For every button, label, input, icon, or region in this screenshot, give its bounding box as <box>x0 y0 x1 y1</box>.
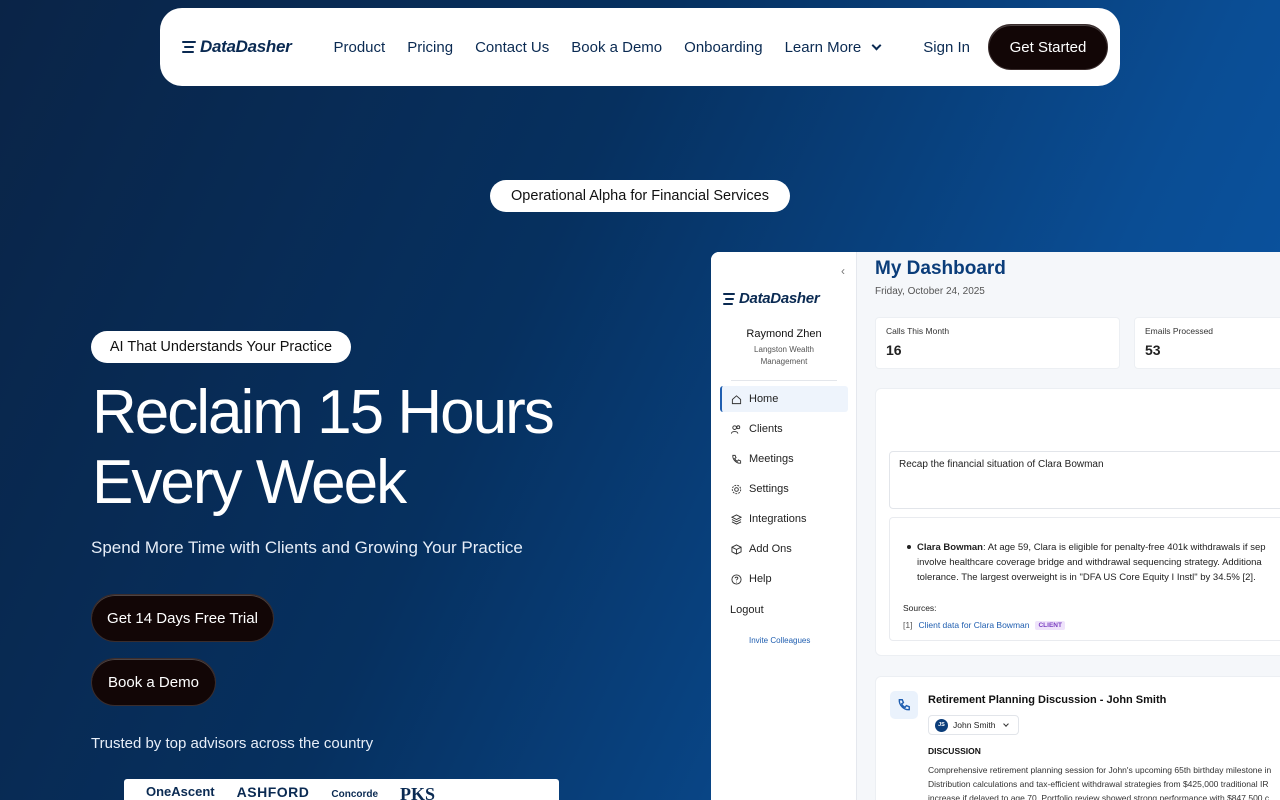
stat-label: Emails Processed <box>1145 326 1214 336</box>
brand-logo[interactable]: DataDasher <box>182 37 292 57</box>
book-demo-button[interactable]: Book a Demo <box>91 658 216 706</box>
logout-link[interactable]: Logout <box>730 604 764 616</box>
collapse-chevron-icon[interactable]: ‹ <box>841 264 845 278</box>
partner-logos: OneAscent ASHFORD Concorde PKS <box>124 779 559 800</box>
hero-title-line1: Reclaim 15 Hours <box>92 378 555 447</box>
client-badge: CLIENT <box>1035 620 1065 630</box>
source-number: [1] <box>903 620 913 630</box>
sidebar-item-label: Meetings <box>749 453 794 465</box>
nav-product[interactable]: Product <box>334 39 386 56</box>
home-icon <box>730 393 742 405</box>
app-preview: ‹ DataDasher Raymond Zhen Langston Wealt… <box>711 252 1280 800</box>
logo-speed-icon <box>182 41 196 53</box>
box-icon <box>730 543 742 555</box>
stat-card-emails: Emails Processed 53 <box>1134 317 1280 369</box>
avatar: JS <box>935 718 948 732</box>
chevron-down-icon <box>1002 721 1009 727</box>
user-org: Langston Wealth Management <box>754 345 814 366</box>
get-started-button[interactable]: Get Started <box>988 24 1108 70</box>
answer-line-2: involve healthcare coverage bridge and w… <box>917 557 1262 568</box>
stat-card-calls: Calls This Month 16 <box>875 317 1120 369</box>
sidebar-item-settings[interactable]: Settings <box>720 476 848 502</box>
answer-line-1: : At age 59, Clara is eligible for penal… <box>983 542 1266 553</box>
help-icon <box>730 573 742 585</box>
assignee-dropdown[interactable]: JS John Smith <box>928 715 1019 735</box>
invite-colleagues-link[interactable]: Invite Colleagues <box>749 636 810 645</box>
sidebar-item-label: Integrations <box>749 513 807 525</box>
sidebar-item-label: Add Ons <box>749 543 792 555</box>
sidebar-brand-name: DataDasher <box>739 290 820 307</box>
gear-icon <box>730 483 742 495</box>
users-icon <box>730 423 742 435</box>
meeting-card[interactable]: Retirement Planning Discussion - John Sm… <box>875 676 1280 800</box>
assignee-name: John Smith <box>953 720 996 730</box>
dashboard-main: My Dashboard Friday, October 24, 2025 Ca… <box>857 252 1280 800</box>
stat-value: 16 <box>886 342 902 358</box>
sources-label: Sources: <box>903 603 937 613</box>
ai-chat-card: Y Recap the financial situation of Clara… <box>875 388 1280 656</box>
discussion-line: Distribution calculations and tax-effici… <box>928 779 1269 789</box>
sidebar-item-label: Home <box>749 393 779 405</box>
hero-subtitle: Spend More Time with Clients and Growing… <box>91 538 523 557</box>
dashboard-date: Friday, October 24, 2025 <box>875 286 985 297</box>
tagline-pill: Operational Alpha for Financial Services <box>490 180 790 212</box>
dashboard-title: My Dashboard <box>875 258 1006 279</box>
discussion-line: Comprehensive retirement planning sessio… <box>928 765 1272 775</box>
sidebar-divider <box>731 380 837 381</box>
nav-contact-us[interactable]: Contact Us <box>475 39 549 56</box>
nav-learn-more[interactable]: Learn More <box>784 38 882 56</box>
chat-query-input[interactable]: Recap the financial situation of Clara B… <box>889 451 1280 509</box>
discussion-heading: DISCUSSION <box>928 746 981 756</box>
source-link[interactable]: Client data for Clara Bowman <box>918 620 1029 630</box>
sidebar-item-integrations[interactable]: Integrations <box>720 506 848 532</box>
nav-pricing[interactable]: Pricing <box>407 39 453 56</box>
meeting-title: Retirement Planning Discussion - John Sm… <box>928 694 1167 706</box>
sidebar-item-help[interactable]: Help <box>720 566 848 592</box>
logo-ashford: ASHFORD <box>236 784 310 800</box>
discussion-text: Comprehensive retirement planning sessio… <box>928 763 1280 800</box>
discussion-line: increase if delayed to age 70. Portfolio… <box>928 793 1270 800</box>
app-sidebar: ‹ DataDasher Raymond Zhen Langston Wealt… <box>711 252 857 800</box>
stat-value: 53 <box>1145 342 1161 358</box>
nav-links: Product Pricing Contact Us Book a Demo O… <box>334 38 882 56</box>
nav-onboarding[interactable]: Onboarding <box>684 39 762 56</box>
free-trial-button[interactable]: Get 14 Days Free Trial <box>91 594 274 642</box>
sidebar-item-label: Settings <box>749 483 789 495</box>
nav-learn-more-label: Learn More <box>784 38 862 56</box>
trusted-text: Trusted by top advisors across the count… <box>91 735 374 752</box>
sidebar-item-clients[interactable]: Clients <box>720 416 848 442</box>
user-name: Raymond Zhen <box>746 328 822 340</box>
logo-concorde: Concorde <box>331 789 379 800</box>
sidebar-item-home[interactable]: Home <box>720 386 848 412</box>
layers-icon <box>730 513 742 525</box>
answer-text: Clara Bowman: At age 59, Clara is eligib… <box>905 540 1280 585</box>
sidebar-item-add-ons[interactable]: Add Ons <box>720 536 848 562</box>
chat-answer: Clara Bowman: At age 59, Clara is eligib… <box>889 517 1280 641</box>
logo-speed-icon <box>723 292 735 305</box>
logo-pks: PKS <box>400 784 436 800</box>
hero-title: Reclaim 15 Hours Every Week <box>92 378 652 518</box>
source-item[interactable]: [1] Client data for Clara Bowman CLIENT <box>903 620 1065 630</box>
hero-title-line2: Every Week <box>92 448 407 517</box>
sidebar-item-label: Clients <box>749 423 783 435</box>
phone-icon <box>890 691 918 719</box>
bullet-icon <box>907 545 911 550</box>
logo-oneascent: OneAscent <box>146 784 215 799</box>
nav-actions: Sign In Get Started <box>923 24 1108 70</box>
answer-client-name: Clara Bowman <box>917 542 983 553</box>
answer-line-3: tolerance. The largest overweight is in … <box>917 572 1256 583</box>
feature-pill: AI That Understands Your Practice <box>91 331 351 363</box>
sidebar-item-meetings[interactable]: Meetings <box>720 446 848 472</box>
sidebar-menu: Home Clients Meetings Settings Integrati… <box>720 386 848 596</box>
sign-in-link[interactable]: Sign In <box>923 39 970 56</box>
stat-label: Calls This Month <box>886 326 950 336</box>
sidebar-item-label: Help <box>749 573 772 585</box>
phone-icon <box>730 453 742 465</box>
nav-book-demo[interactable]: Book a Demo <box>571 39 662 56</box>
chevron-down-icon <box>871 40 882 50</box>
brand-name: DataDasher <box>200 37 292 56</box>
top-navbar: DataDasher Product Pricing Contact Us Bo… <box>160 8 1120 86</box>
sidebar-logo: DataDasher <box>723 290 820 307</box>
